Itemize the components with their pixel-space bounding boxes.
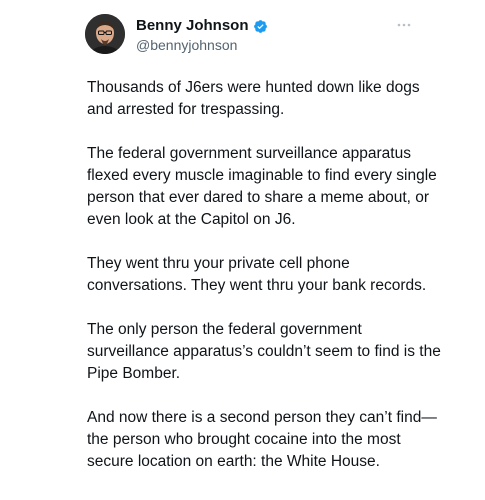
author-name-row: Benny Johnson bbox=[136, 17, 268, 35]
tweet-paragraph: The only person the federal government s… bbox=[87, 321, 441, 382]
author-handle[interactable]: @bennyjohnson bbox=[136, 36, 237, 54]
ellipsis-icon[interactable] bbox=[395, 17, 413, 27]
author-display-name[interactable]: Benny Johnson bbox=[136, 17, 249, 35]
avatar[interactable] bbox=[85, 14, 125, 54]
tweet-paragraph: The federal government surveillance appa… bbox=[87, 145, 437, 228]
tweet-paragraph: They went thru your private cell phone c… bbox=[87, 255, 427, 294]
profile-photo-icon bbox=[85, 14, 125, 54]
tweet-text: Thousands of J6ers were hunted down like… bbox=[87, 77, 447, 495]
tweet-card: Benny Johnson @bennyjohnson Thousands of… bbox=[0, 0, 485, 500]
tweet-paragraph: And now there is a second person they ca… bbox=[87, 409, 437, 470]
verified-badge-icon bbox=[253, 19, 268, 34]
tweet-paragraph: Thousands of J6ers were hunted down like… bbox=[87, 79, 420, 118]
